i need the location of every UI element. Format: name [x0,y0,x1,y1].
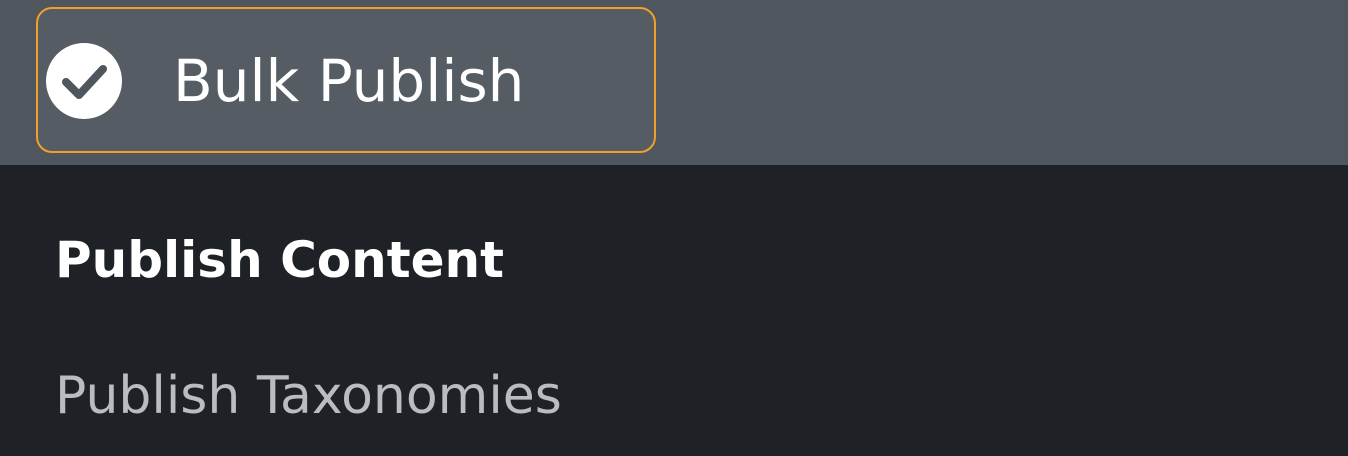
checkmark-circle-icon [46,43,122,119]
submenu-item-publish-content[interactable]: Publish Content [55,231,504,289]
submenu: Publish Content Publish Taxonomies [0,165,1348,456]
submenu-item-publish-taxonomies[interactable]: Publish Taxonomies [55,366,562,426]
menu-item-bulk-publish[interactable]: Bulk Publish [36,7,656,153]
menu-item-label: Bulk Publish [173,47,525,115]
admin-menu-topbar: Bulk Publish [0,0,1348,165]
